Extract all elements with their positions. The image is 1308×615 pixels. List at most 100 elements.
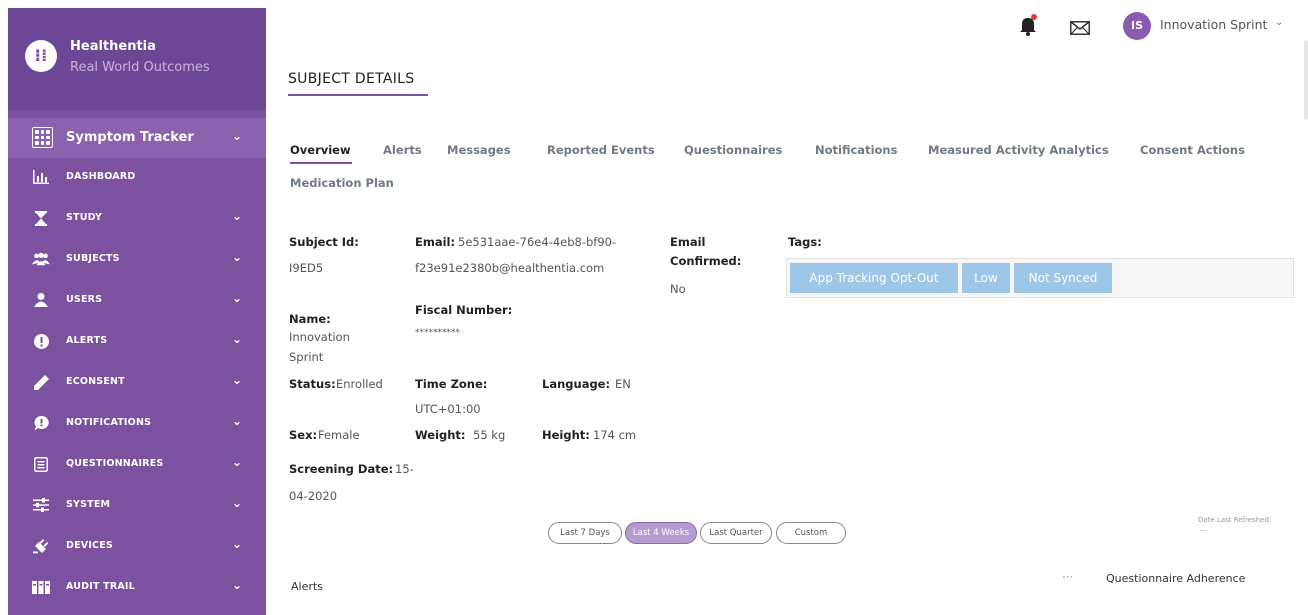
email-confirmed-label-line1: Email [670, 235, 706, 249]
sidebar-item-questionnaires[interactable]: QUESTIONNAIRES ⌄ [8, 445, 266, 483]
fiscal-number-value: ********** [415, 328, 460, 338]
pen-icon [32, 373, 50, 391]
chevron-down-icon: ⌄ [232, 291, 243, 305]
bell-icon[interactable] [1018, 14, 1038, 36]
email-confirmed-label-line2: Confirmed: [670, 254, 742, 268]
hourglass-icon [32, 209, 50, 227]
screening-date-label: Screening Date: [289, 462, 394, 476]
loading-spinner-icon: ⋯ [1199, 526, 1207, 535]
chevron-down-icon: ⌄ [232, 332, 243, 346]
title-underline [288, 94, 428, 96]
healthentia-logo-icon: ⁝⁞ [25, 40, 57, 72]
alert-icon [32, 332, 50, 350]
user-icon [32, 291, 50, 309]
name-label: Name: [289, 312, 331, 326]
sidebar-item-label: STUDY [66, 212, 103, 223]
range-last-4-weeks-button[interactable]: Last 4 Weeks [625, 522, 697, 544]
email-label: Email: [415, 235, 456, 249]
tag-app-tracking-opt-out: App Tracking Opt-Out [790, 263, 958, 293]
tab-questionnaires[interactable]: Questionnaires [684, 143, 782, 157]
sidebar-item-system[interactable]: SYSTEM ⌄ [8, 486, 266, 524]
sidebar-item-label: AUDIT TRAIL [66, 581, 135, 592]
alerts-section-title: Alerts [291, 580, 323, 593]
tab-consent-actions[interactable]: Consent Actions [1140, 143, 1245, 157]
range-last-7-days-button[interactable]: Last 7 Days [548, 522, 622, 544]
subject-id-label: Subject Id: [289, 235, 359, 249]
active-tab-indicator [290, 162, 352, 164]
sidebar-item-devices[interactable]: DEVICES ⌄ [8, 527, 266, 565]
people-icon [32, 250, 50, 268]
status-label: Status: [289, 377, 336, 391]
tag-low: Low [962, 263, 1010, 293]
brand-subtitle: Real World Outcomes [70, 60, 210, 75]
range-custom-button[interactable]: Custom [776, 522, 846, 544]
chevron-down-icon: ⌄ [232, 129, 243, 143]
range-last-quarter-button[interactable]: Last Quarter [700, 522, 772, 544]
timezone-value: UTC+01:00 [415, 402, 481, 416]
sidebar-item-audit-trail[interactable]: AUDIT TRAIL ⌄ [8, 568, 266, 606]
sidebar-item-dashboard[interactable]: DASHBOARD [8, 158, 266, 196]
sex-value: Female [318, 428, 360, 442]
list-icon [32, 455, 50, 473]
mail-icon[interactable] [1070, 20, 1090, 35]
sex-label: Sex: [289, 428, 318, 442]
tags-label: Tags: [788, 235, 822, 249]
sidebar-item-users[interactable]: USERS ⌄ [8, 281, 266, 319]
email-value-line1: 5e531aae-76e4-4eb8-bf90- [458, 235, 617, 249]
sidebar: ⁝⁞ Healthentia Real World Outcomes Sympt… [8, 8, 266, 615]
timezone-label: Time Zone: [415, 377, 488, 391]
loading-spinner-icon: ⋯ [1062, 570, 1073, 583]
binders-icon [32, 578, 50, 596]
height-label: Height: [542, 428, 590, 442]
tab-alerts[interactable]: Alerts [383, 143, 422, 157]
sidebar-item-alerts[interactable]: ALERTS ⌄ [8, 322, 266, 360]
language-label: Language: [542, 377, 611, 391]
chevron-down-icon: ⌄ [232, 496, 243, 510]
avatar[interactable]: IS [1123, 12, 1151, 40]
tab-measured-activity-analytics[interactable]: Measured Activity Analytics [928, 143, 1109, 157]
sliders-icon [32, 496, 50, 514]
chevron-down-icon: ⌄ [232, 373, 243, 387]
sidebar-item-label: SUBJECTS [66, 253, 120, 264]
chevron-down-icon[interactable]: ⌄ [1275, 17, 1283, 28]
sidebar-item-label: ECONSENT [66, 376, 125, 387]
sidebar-item-study[interactable]: STUDY ⌄ [8, 199, 266, 237]
sidebar-item-label: ALERTS [66, 335, 108, 346]
status-value: Enrolled [336, 377, 383, 391]
brand-name: Healthentia [70, 39, 156, 54]
chevron-down-icon: ⌄ [232, 209, 243, 223]
weight-label: Weight: [415, 428, 466, 442]
sidebar-item-label: DEVICES [66, 540, 113, 551]
page-title: SUBJECT DETAILS [288, 71, 415, 87]
sidebar-item-label: USERS [66, 294, 103, 305]
tab-messages[interactable]: Messages [447, 143, 511, 157]
tab-overview[interactable]: Overview [290, 143, 351, 157]
tags-container: App Tracking Opt-Out Low Not Synced [786, 258, 1294, 298]
name-value-line1: Innovation [289, 330, 350, 344]
module-selector[interactable]: Symptom Tracker ⌄ [8, 118, 266, 158]
scrollbar[interactable] [1304, 40, 1308, 120]
plug-icon [32, 537, 50, 555]
sidebar-item-notifications[interactable]: NOTIFICATIONS ⌄ [8, 404, 266, 442]
subject-id-value: I9ED5 [289, 261, 324, 275]
tab-medication-plan[interactable]: Medication Plan [290, 176, 394, 190]
screening-date-value-a: 15- [395, 462, 414, 476]
tab-reported-events[interactable]: Reported Events [547, 143, 655, 157]
sidebar-item-label: QUESTIONNAIRES [66, 458, 164, 469]
questionnaire-adherence-title: Questionnaire Adherence [1106, 572, 1246, 585]
grid-icon [32, 127, 53, 148]
sidebar-item-label: SYSTEM [66, 499, 111, 510]
sidebar-item-label: NOTIFICATIONS [66, 417, 152, 428]
date-last-refreshed-label: Date Last Refreshed: [1198, 516, 1272, 524]
tab-notifications[interactable]: Notifications [815, 143, 897, 157]
chevron-down-icon: ⌄ [232, 537, 243, 551]
user-menu-name[interactable]: Innovation Sprint [1160, 17, 1267, 32]
chevron-down-icon: ⌄ [232, 455, 243, 469]
module-label: Symptom Tracker [66, 130, 194, 145]
email-value-line2: f23e91e2380b@healthentia.com [415, 261, 605, 275]
fiscal-number-label: Fiscal Number: [415, 303, 513, 317]
sidebar-item-econsent[interactable]: ECONSENT ⌄ [8, 363, 266, 401]
screening-date-value-b: 04-2020 [289, 489, 338, 503]
brand-header[interactable]: ⁝⁞ Healthentia Real World Outcomes [8, 8, 266, 110]
sidebar-item-subjects[interactable]: SUBJECTS ⌄ [8, 240, 266, 278]
